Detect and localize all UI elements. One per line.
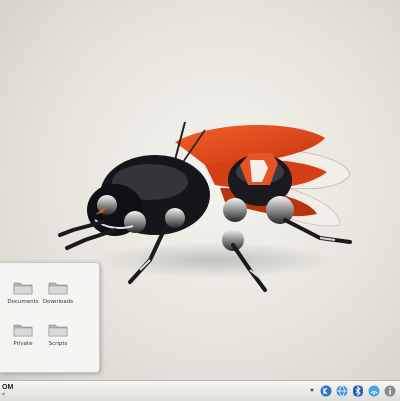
panel-logo-text: OM xyxy=(2,384,14,391)
folder-label: Scripts xyxy=(48,341,68,347)
globe-icon[interactable] xyxy=(336,385,348,397)
folder-label: Downloads xyxy=(42,299,74,305)
taskbar-panel: OM al xyxy=(0,380,400,401)
folder-scripts[interactable]: Scripts xyxy=(35,321,81,361)
system-tray xyxy=(308,384,396,398)
panel-launcher[interactable]: OM al xyxy=(2,384,24,398)
network-icon[interactable] xyxy=(368,385,380,397)
folder-icon xyxy=(13,282,33,295)
bluetooth-icon[interactable] xyxy=(352,385,364,397)
folder-view-widget[interactable]: Documents Downloads Private Scripts xyxy=(0,262,100,373)
desktop[interactable]: Documents Downloads Private Scripts xyxy=(0,0,400,380)
folder-icon xyxy=(48,324,68,337)
wallpaper-robot-insect-image xyxy=(58,121,352,292)
folder-icon xyxy=(48,282,68,295)
folder-downloads[interactable]: Downloads xyxy=(35,279,81,319)
panel-logo-subtext: al xyxy=(2,391,6,396)
kde-icon[interactable] xyxy=(320,385,332,397)
folder-icon xyxy=(13,324,33,337)
expand-arrow-icon[interactable] xyxy=(308,385,316,397)
info-icon[interactable] xyxy=(384,385,396,397)
